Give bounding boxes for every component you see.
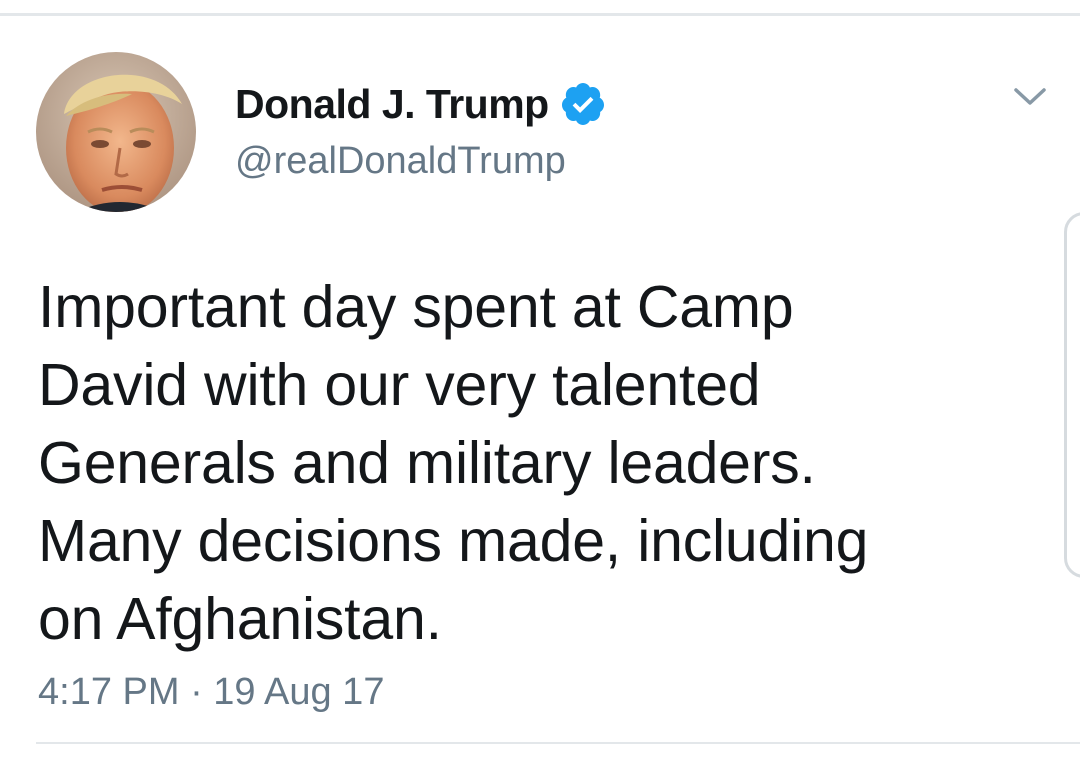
avatar-photo bbox=[36, 52, 196, 212]
author-handle[interactable]: @realDonaldTrump bbox=[235, 140, 566, 183]
tweet-text-line: Important day spent at Camp bbox=[38, 274, 794, 340]
chevron-down-icon[interactable] bbox=[1008, 78, 1052, 114]
tweet-text-line: David with our very talented bbox=[38, 352, 761, 418]
scrollbar-edge[interactable] bbox=[1064, 212, 1080, 578]
tweet-card: Donald J. Trump @realDonaldTrump Importa… bbox=[0, 16, 1080, 763]
bottom-divider bbox=[36, 742, 1080, 744]
author-avatar[interactable] bbox=[36, 52, 196, 212]
tweet-text-line: Generals and military leaders. bbox=[38, 430, 816, 496]
author-name-row: Donald J. Trump bbox=[235, 80, 607, 128]
author-display-name[interactable]: Donald J. Trump bbox=[235, 81, 549, 128]
tweet-text-line: Many decisions made, including bbox=[38, 508, 869, 574]
tweet-text: Important day spent at Camp David with o… bbox=[38, 268, 1028, 658]
tweet-timestamp[interactable]: 4:17 PM · 19 Aug 17 bbox=[38, 671, 384, 714]
verified-badge-icon bbox=[559, 80, 607, 128]
tweet-text-line: on Afghanistan. bbox=[38, 586, 442, 652]
